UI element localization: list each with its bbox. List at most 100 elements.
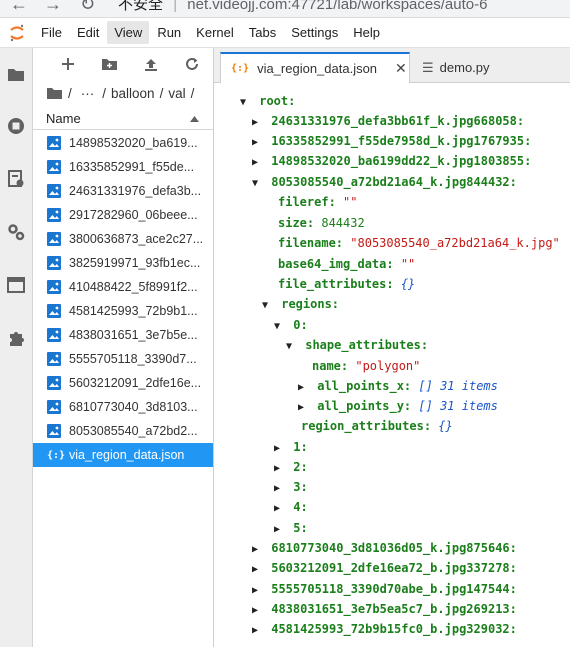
breadcrumb-val[interactable]: val xyxy=(168,86,185,101)
new-launcher-button[interactable] xyxy=(47,52,89,76)
column-header-name[interactable]: Name xyxy=(33,108,213,130)
file-row[interactable]: 3825919971_93fb1ec... xyxy=(33,251,213,275)
file-row[interactable]: 14898532020_ba619... xyxy=(33,131,213,155)
file-row[interactable]: 24631331976_defa3b... xyxy=(33,179,213,203)
refresh-icon xyxy=(186,57,199,70)
tree-entry[interactable]: ▶ 14898532020_ba6199dd22_k.jpg1803855: xyxy=(252,151,531,171)
file-row[interactable]: 16335852991_f55de... xyxy=(33,155,213,179)
forward-icon[interactable]: → xyxy=(44,0,62,15)
file-name: 24631331976_defa3b... xyxy=(69,184,202,198)
home-folder-icon[interactable] xyxy=(47,87,62,99)
tree-region[interactable]: ▶ 5: xyxy=(274,518,308,538)
menu-settings[interactable]: Settings xyxy=(284,21,345,44)
menu-run[interactable]: Run xyxy=(150,21,188,44)
tree-entry-expanded[interactable]: ▼ 8053085540_a72bd21a64_k.jpg844432: xyxy=(252,172,517,192)
breadcrumb-ellipsis[interactable]: ··· xyxy=(81,86,95,101)
file-name: 5555705118_3390d7... xyxy=(69,352,197,366)
tree-entry[interactable]: ▶ 5555705118_3390d70abe_b.jpg147544: xyxy=(252,579,517,599)
tree-key: shape_attributes: xyxy=(305,338,429,352)
refresh-button[interactable] xyxy=(172,52,214,76)
main-area: {:} via_region_data.json ✕ ☰ demo.py ▼ r… xyxy=(214,48,570,647)
tree-array[interactable]: ▶ all_points_x: [] 31 items xyxy=(298,376,498,396)
menu-kernel[interactable]: Kernel xyxy=(189,21,241,44)
tree-region[interactable]: ▶ 2: xyxy=(274,457,308,477)
file-row[interactable]: 3800636873_ace2c27... xyxy=(33,227,213,251)
file-name: 16335852991_f55de... xyxy=(69,160,195,174)
tab-label: via_region_data.json xyxy=(257,61,378,76)
running-icon[interactable] xyxy=(6,116,26,136)
tree-array[interactable]: ▶ all_points_y: [] 31 items xyxy=(298,396,498,416)
collapsed-arrow-icon: ▶ xyxy=(252,137,259,148)
tree-entry[interactable]: ▶ 24631331976_defa3bb61f_k.jpg668058: xyxy=(252,111,524,131)
tree-entry[interactable]: ▶ 6810773040_3d81036d05_k.jpg875646: xyxy=(252,538,517,558)
collapsed-arrow-icon: ▶ xyxy=(274,483,281,494)
tab-demo-py[interactable]: ☰ demo.py xyxy=(418,52,558,83)
collapsed-arrow-icon: ▶ xyxy=(298,402,305,413)
menu-help[interactable]: Help xyxy=(346,21,387,44)
tree-key: file_attributes: xyxy=(278,277,394,291)
file-row[interactable]: 410488422_5f8991f2... xyxy=(33,275,213,299)
collapsed-arrow-icon: ▶ xyxy=(274,503,281,514)
breadcrumb-sep: / xyxy=(190,85,195,101)
new-folder-button[interactable] xyxy=(89,52,131,76)
tree-value: [] 31 items xyxy=(418,379,498,393)
tree-region[interactable]: ▶ 3: xyxy=(274,477,308,497)
menu-edit[interactable]: Edit xyxy=(70,21,106,44)
file-row[interactable]: 8053085540_a72bd2... xyxy=(33,419,213,443)
tree-entry[interactable]: ▶ 4838031651_3e7b5ea5c7_b.jpg269213: xyxy=(252,599,517,619)
menu-tabs[interactable]: Tabs xyxy=(242,21,283,44)
tree-key: 14898532020_ba6199dd22_k.jpg1803855: xyxy=(271,154,532,168)
file-row[interactable]: 6810773040_3d8103... xyxy=(33,395,213,419)
tree-key: 6810773040_3d81036d05_k.jpg875646: xyxy=(271,541,517,555)
file-name: 3800636873_ace2c27... xyxy=(69,232,204,246)
tree-field: filename: "8053085540_a72bd21a64_k.jpg" xyxy=(278,233,560,253)
tree-key: 0: xyxy=(293,318,308,332)
tree-value: {} xyxy=(438,419,453,433)
upload-button[interactable] xyxy=(130,52,172,76)
file-row-selected[interactable]: {:} via_region_data.json xyxy=(33,443,213,467)
file-row[interactable]: 5603212091_2dfe16e... xyxy=(33,371,213,395)
tree-region[interactable]: ▶ 1: xyxy=(274,437,308,457)
tree-root[interactable]: ▼ root: xyxy=(240,91,295,111)
tree-key: region_attributes: xyxy=(301,419,432,433)
reload-icon[interactable]: ↻ xyxy=(80,0,95,15)
file-row[interactable]: 2917282960_06beee... xyxy=(33,203,213,227)
tree-entry[interactable]: ▶ 5603212091_2dfe16ea72_b.jpg337278: xyxy=(252,558,517,578)
tree-entry[interactable]: ▶ 4581425993_72b9b15fc0_b.jpg329032: xyxy=(252,619,517,639)
tree-field: base64_img_data: "" xyxy=(278,254,415,274)
tree-key: 4: xyxy=(293,500,308,514)
tab-via-region-data[interactable]: {:} via_region_data.json ✕ xyxy=(220,52,410,83)
tree-regions[interactable]: ▼ regions: xyxy=(262,294,339,314)
collapsed-arrow-icon: ▶ xyxy=(252,625,259,636)
file-name: 8053085540_a72bd2... xyxy=(69,424,198,438)
command-palette-icon[interactable] xyxy=(6,169,26,189)
tree-entry[interactable]: ▶ 16335852991_f55de7958d_k.jpg1767935: xyxy=(252,131,531,151)
tree-region-0[interactable]: ▼ 0: xyxy=(274,315,308,335)
upload-icon xyxy=(144,58,157,71)
menu-view[interactable]: View xyxy=(107,21,150,44)
collapsed-arrow-icon: ▶ xyxy=(252,605,259,616)
back-icon[interactable]: ← xyxy=(10,0,28,15)
file-list: 14898532020_ba619... 16335852991_f55de..… xyxy=(33,130,213,467)
tree-key: 2: xyxy=(293,460,308,474)
file-row[interactable]: 4581425993_72b9b1... xyxy=(33,299,213,323)
file-row[interactable]: 5555705118_3390d7... xyxy=(33,347,213,371)
breadcrumb-sep: / xyxy=(102,85,107,101)
folder-icon[interactable] xyxy=(6,64,26,84)
menu-file[interactable]: File xyxy=(34,21,69,44)
open-tabs-icon[interactable] xyxy=(6,275,26,295)
tree-key: 24631331976_defa3bb61f_k.jpg668058: xyxy=(271,114,525,128)
tree-key: all_points_y: xyxy=(317,399,412,413)
tree-region[interactable]: ▶ 4: xyxy=(274,497,308,517)
tree-shape-attributes[interactable]: ▼ shape_attributes: xyxy=(286,335,428,355)
file-row[interactable]: 4838031651_3e7b5e... xyxy=(33,323,213,347)
file-name: 410488422_5f8991f2... xyxy=(69,280,198,294)
extension-manager-icon[interactable] xyxy=(6,328,26,348)
image-file-icon xyxy=(47,184,61,198)
property-inspector-icon[interactable] xyxy=(6,222,26,242)
image-file-icon xyxy=(47,280,61,294)
close-icon[interactable]: ✕ xyxy=(395,60,407,77)
jupyter-logo-icon xyxy=(0,18,34,48)
address-bar[interactable]: 不安全 | net.videojj.com:47721/lab/workspac… xyxy=(118,0,487,14)
breadcrumb-balloon[interactable]: balloon xyxy=(111,86,155,101)
